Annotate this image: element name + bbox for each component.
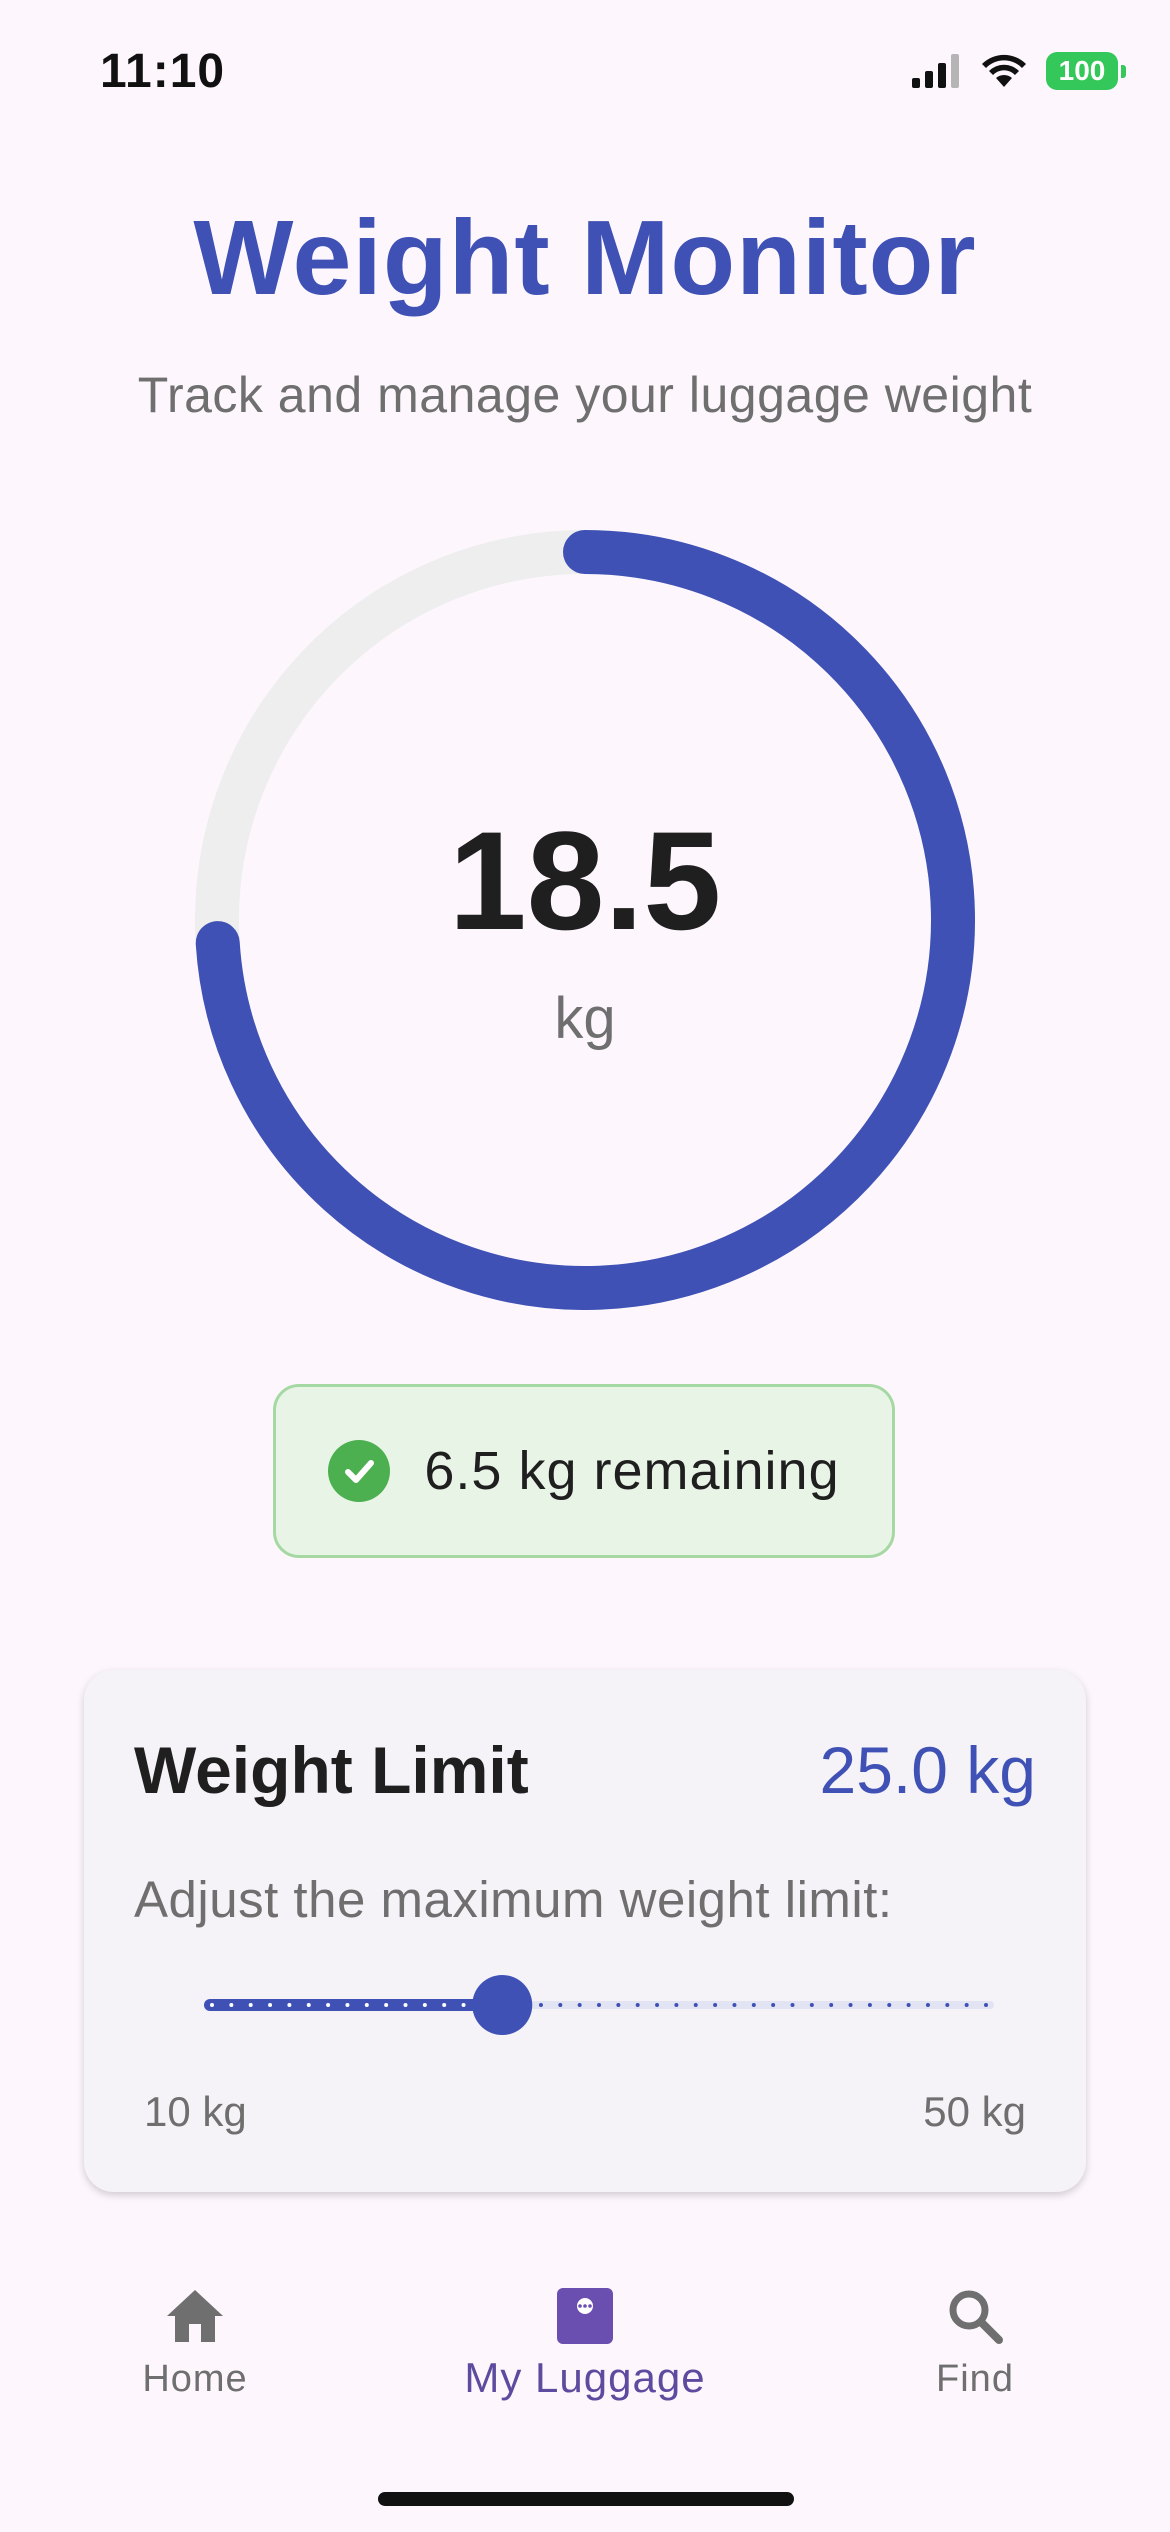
slider-tick [616, 2003, 621, 2007]
slider-tick [867, 2003, 872, 2007]
slider-tick [558, 2003, 563, 2007]
slider-tick [364, 2003, 369, 2007]
slider-tick [268, 2003, 273, 2007]
remaining-weight-text: 6.5 kg remaining [424, 1441, 840, 1501]
check-circle-icon [328, 1440, 391, 1502]
slider-tick [210, 2003, 214, 2007]
signal-icon [912, 54, 959, 88]
slider-tick [422, 2003, 427, 2007]
nav-item-find[interactable]: Find [825, 2286, 1125, 2401]
weight-limit-description: Adjust the maximum weight limit: [134, 1871, 893, 1928]
slider-tick [790, 2003, 795, 2007]
nav-label-home: Home [142, 2358, 248, 2400]
bottom-nav: Home My Luggage Find [0, 2250, 1170, 2532]
weight-limit-value: 25.0 kg [819, 1733, 1037, 1807]
slider-tick [809, 2003, 814, 2007]
slider-tick [964, 2003, 969, 2007]
slider-tick [984, 2003, 988, 2007]
page-subtitle: Track and manage your luggage weight [137, 367, 1033, 423]
slider-tick [887, 2003, 892, 2007]
slider-tick [248, 2003, 253, 2007]
slider-tick [306, 2003, 311, 2007]
slider-tick [732, 2003, 737, 2007]
slider-tick [461, 2003, 466, 2007]
nav-item-home[interactable]: Home [45, 2286, 345, 2401]
slider-tick [848, 2003, 853, 2007]
slider-tick [345, 2003, 350, 2007]
luggage-icon [557, 2288, 613, 2344]
slider-tick [384, 2003, 389, 2007]
slider-tick [925, 2003, 930, 2007]
slider-tick [597, 2003, 601, 2007]
home-icon [167, 2290, 223, 2342]
slider-tick [538, 2003, 543, 2007]
slider-tick [751, 2003, 756, 2007]
slider-tick [906, 2003, 911, 2007]
slider-tick [693, 2003, 698, 2007]
slider-ticks [210, 2003, 988, 2007]
slider-tick [945, 2003, 950, 2007]
slider-tick [771, 2003, 776, 2007]
slider-tick [403, 2003, 408, 2007]
slider-tick [577, 2003, 582, 2007]
slider-max-label: 50 kg [923, 2088, 1026, 2135]
slider-tick [713, 2003, 718, 2007]
slider-tick [829, 2003, 834, 2007]
battery-icon: 100 [1046, 52, 1126, 90]
weight-limit-title: Weight Limit [134, 1733, 529, 1807]
page-title: Weight Monitor [193, 199, 977, 317]
weight-limit-slider[interactable] [204, 1970, 994, 2040]
slider-tick [635, 2003, 640, 2007]
nav-label-find: Find [936, 2358, 1014, 2400]
slider-tick [229, 2003, 234, 2007]
wifi-icon [982, 54, 1026, 87]
slider-tick [674, 2003, 679, 2007]
slider-thumb[interactable] [472, 1975, 533, 2035]
slider-tick [655, 2003, 660, 2007]
slider-tick [326, 2003, 331, 2007]
current-weight-unit: kg [554, 986, 616, 1051]
remaining-weight-badge: 6.5 kg remaining [273, 1384, 895, 1558]
status-time: 11:10 [100, 45, 226, 98]
search-icon [949, 2290, 1003, 2344]
home-indicator [378, 2492, 794, 2506]
status-icons: 100 [912, 52, 1126, 90]
current-weight-value: 18.5 [448, 802, 722, 959]
slider-min-label: 10 kg [144, 2088, 247, 2135]
nav-label-my-luggage: My Luggage [464, 2354, 706, 2401]
battery-level: 100 [1058, 55, 1106, 86]
weight-limit-card: Weight Limit 25.0 kg Adjust the maximum … [84, 1670, 1086, 2192]
nav-item-my-luggage[interactable]: My Luggage [435, 2286, 735, 2402]
slider-tick [287, 2003, 292, 2007]
slider-tick [442, 2003, 447, 2007]
status-bar: 11:10 100 [0, 0, 1170, 150]
